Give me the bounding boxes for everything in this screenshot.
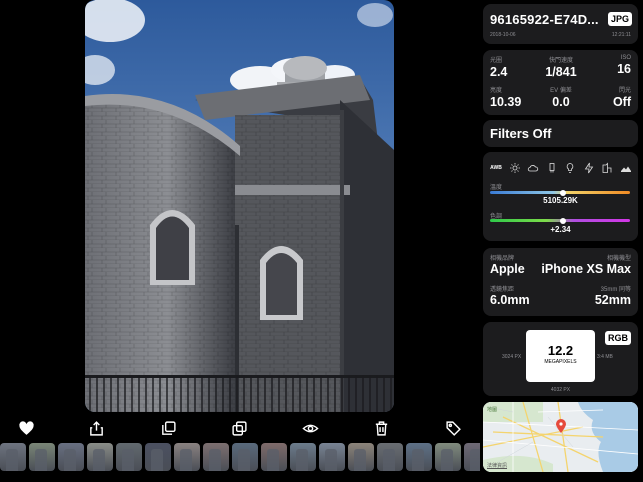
trash-icon[interactable]: [371, 418, 391, 438]
filmstrip-thumbnail[interactable]: [232, 443, 258, 471]
tungsten-icon: [546, 162, 558, 174]
location-map[interactable]: 地圖 法律資訊: [483, 402, 638, 472]
filmstrip-thumbnail[interactable]: [203, 443, 229, 471]
filmstrip-thumbnail[interactable]: [116, 443, 142, 471]
sun-icon: [509, 162, 521, 174]
capture-date: 2018-10-06: [490, 32, 516, 38]
aspect-ratio: 3:4 MB: [597, 354, 613, 360]
filmstrip-thumbnail[interactable]: [87, 443, 113, 471]
bulb-icon: [564, 162, 576, 174]
camera-lens-card: 相機品牌 相機機型 Apple iPhone XS Max 透鏡焦距 35mm …: [483, 248, 638, 316]
filmstrip-thumbnail[interactable]: [348, 443, 374, 471]
duplicate-icon[interactable]: [158, 418, 178, 438]
cloud-icon: [527, 162, 539, 174]
filmstrip-thumbnail[interactable]: [174, 443, 200, 471]
equivalent-focal-value: 52mm: [594, 293, 631, 307]
favorite-heart-icon[interactable]: [16, 418, 36, 438]
map-brand: 地圖: [487, 407, 498, 413]
filmstrip-thumbnail[interactable]: [406, 443, 432, 471]
ev-cell: EV 偏差 0.0: [543, 85, 579, 109]
color-model-badge: RGB: [605, 331, 631, 345]
share-icon[interactable]: [86, 418, 106, 438]
iso-cell: ISO 16: [617, 55, 631, 76]
shutter-label: 快門速度: [548, 58, 573, 64]
filmstrip-thumbnail[interactable]: [261, 443, 287, 471]
brightness-cell: 亮度 10.39: [490, 85, 521, 109]
custom-wb-icon: [620, 162, 632, 174]
photo-toolbar: [0, 414, 480, 442]
main-photo[interactable]: [85, 0, 394, 412]
iso-value: 16: [617, 62, 631, 76]
shade-icon: [601, 162, 613, 174]
tag-icon[interactable]: [443, 418, 463, 438]
filmstrip-thumbnail[interactable]: [0, 443, 26, 471]
temperature-slider-knob[interactable]: [559, 189, 566, 196]
building-photo-image: [85, 0, 394, 412]
white-balance-card: AWB 溫度 5105.29K 色調 +2.34: [483, 152, 638, 241]
brightness-value: 10.39: [490, 95, 522, 109]
resolution-card: 3024 PX 12.2 MEGAPIXELS RGB 3:4 MB 4032 …: [483, 322, 638, 396]
camera-model-label: 相機機型: [606, 256, 631, 262]
white-balance-icons: AWB: [490, 161, 632, 175]
focal-length-label: 透鏡焦距: [490, 287, 515, 293]
filmstrip-thumbnail[interactable]: [377, 443, 403, 471]
flash-cell: 閃光 Off: [613, 85, 631, 109]
iso-label: ISO: [620, 55, 631, 61]
focal-length-value: 6.0mm: [490, 293, 530, 307]
file-info-card: 96165922-E74D... JPG 2018-10-06 12:21:11: [483, 4, 638, 44]
temperature-label: 溫度: [490, 185, 503, 191]
format-badge: JPG: [607, 12, 632, 26]
map-legal-link[interactable]: 法律資訊: [487, 462, 507, 469]
aperture-cell: 光圈 2.4: [490, 55, 507, 79]
temperature-value: 5105.29K: [543, 196, 578, 205]
filmstrip-thumbnail[interactable]: [145, 443, 171, 471]
visibility-eye-icon[interactable]: [300, 418, 320, 438]
megapixel-value: 12.2: [547, 343, 574, 358]
megapixel-unit: MEGAPIXELS: [544, 359, 577, 365]
shutter-value: 1/841: [545, 65, 577, 79]
aperture-label: 光圈: [490, 58, 503, 64]
equivalent-focal-label: 35mm 同等: [600, 287, 631, 293]
filters-card[interactable]: Filters Off: [483, 120, 638, 147]
camera-make-value: Apple: [490, 262, 525, 276]
camera-make-label: 相機品牌: [490, 256, 515, 262]
filmstrip-thumbnail[interactable]: [464, 443, 480, 471]
tint-slider[interactable]: [490, 217, 630, 224]
filmstrip-thumbnail[interactable]: [319, 443, 345, 471]
flash-value: Off: [612, 95, 631, 109]
filmstrip-thumbnail[interactable]: [29, 443, 55, 471]
file-name: 96165922-E74D...: [490, 12, 599, 27]
shutter-cell: 快門速度 1/841: [543, 55, 579, 79]
filmstrip-thumbnail[interactable]: [435, 443, 461, 471]
brightness-label: 亮度: [490, 88, 503, 94]
ev-label: EV 偏差: [550, 88, 572, 94]
tint-slider-knob[interactable]: [559, 217, 566, 224]
auto-white-balance-label: AWB: [490, 165, 502, 171]
capture-time: 12:21:11: [611, 32, 631, 38]
exposure-card: 光圈 2.4 快門速度 1/841 ISO 16 亮度 10.39 EV 偏差 …: [483, 50, 638, 115]
aperture-value: 2.4: [490, 65, 508, 79]
copy-icon[interactable]: [229, 418, 249, 438]
location-pin-icon[interactable]: [556, 419, 566, 433]
width-pixels: 4032 PX: [550, 387, 571, 393]
temperature-slider[interactable]: [490, 189, 630, 196]
megapixel-box: 12.2 MEGAPIXELS: [526, 330, 595, 382]
camera-model-value: iPhone XS Max: [541, 262, 631, 276]
filters-status: Filters Off: [490, 126, 552, 141]
ev-value: 0.0: [552, 95, 570, 109]
tint-value: +2.34: [550, 225, 571, 234]
flash-label: 閃光: [618, 88, 631, 94]
flash-bolt-icon: [583, 162, 595, 174]
filmstrip-thumbnail[interactable]: [290, 443, 316, 471]
height-pixels: 3024 PX: [502, 354, 522, 360]
filmstrip-thumbnail[interactable]: [58, 443, 84, 471]
photo-filmstrip[interactable]: [0, 443, 480, 471]
